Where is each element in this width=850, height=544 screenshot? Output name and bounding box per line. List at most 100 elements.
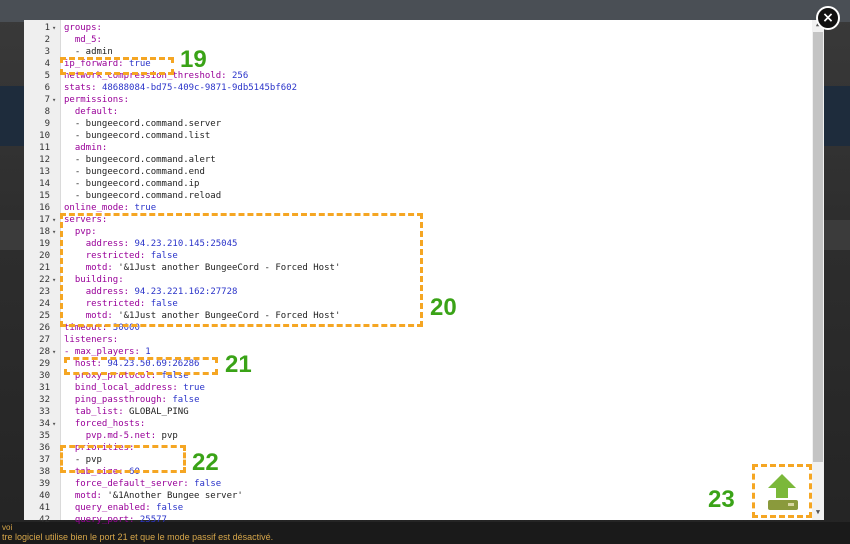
code-line[interactable]: 13 - bungeecord.command.end (24, 166, 804, 178)
yaml-value: false (156, 503, 184, 513)
code-text: stats: 48688084-bd75-409c-9871-9db5145bf… (64, 82, 297, 94)
code-text: - bungeecord.command.server (64, 118, 221, 130)
yaml-value: pvp (161, 431, 178, 441)
line-number: 20 (39, 251, 50, 261)
line-number: 12 (39, 155, 50, 165)
yaml-key: tab_list: (74, 407, 130, 417)
yaml-value: - bungeecord.command.reload (74, 191, 222, 201)
line-number: 31 (39, 383, 50, 393)
code-line[interactable]: 31 bind_local_address: true (24, 382, 804, 394)
yaml-value: GLOBAL_PING (129, 407, 189, 417)
line-number: 11 (39, 143, 50, 153)
fold-toggle-icon[interactable]: ▾ (52, 418, 56, 430)
yaml-key: ping_passthrough: (74, 395, 173, 405)
code-line[interactable]: 12 - bungeecord.command.alert (24, 154, 804, 166)
code-line[interactable]: 40 motd: '&1Another Bungee server' (24, 490, 804, 502)
annotation-box-20 (60, 213, 423, 327)
code-line[interactable]: 9 - bungeecord.command.server (24, 118, 804, 130)
code-line[interactable]: 33 tab_list: GLOBAL_PING (24, 406, 804, 418)
code-line[interactable]: 2 md_5: (24, 34, 804, 46)
code-line[interactable]: 35 pvp.md-5.net: pvp (24, 430, 804, 442)
background-footer-text-1: voi (2, 523, 13, 532)
line-number: 37 (39, 455, 50, 465)
fold-toggle-icon[interactable]: ▾ (52, 226, 56, 238)
annotation-box-22 (60, 445, 186, 473)
line-number: 19 (39, 239, 50, 249)
line-number: 17 (39, 215, 50, 225)
code-text: - bungeecord.command.list (64, 130, 210, 142)
code-text: force_default_server: false (64, 478, 221, 490)
code-text: default: (64, 106, 118, 118)
line-number: 34 (39, 419, 50, 429)
code-line[interactable]: 8 default: (24, 106, 804, 118)
fold-toggle-icon[interactable]: ▾ (52, 214, 56, 226)
code-line[interactable]: 6 stats: 48688084-bd75-409c-9871-9db5145b… (24, 82, 804, 94)
line-number: 40 (39, 491, 50, 501)
code-text: pvp.md-5.net: pvp (64, 430, 178, 442)
line-number: 10 (39, 131, 50, 141)
yaml-key: md_5: (74, 35, 102, 45)
line-number: 42 (39, 515, 50, 525)
yaml-value: 48688084-bd75-409c-9871-9db5145bf602 (101, 83, 298, 93)
code-line[interactable]: 14 - bungeecord.command.ip (24, 178, 804, 190)
yaml-value: 1 (145, 347, 151, 357)
code-line[interactable]: 1 ▾ groups: (24, 22, 804, 34)
code-text: admin: (64, 142, 108, 154)
code-line[interactable]: 39 force_default_server: false (24, 478, 804, 490)
annotation-number-21: 21 (225, 351, 252, 378)
upload-button[interactable] (752, 464, 812, 518)
fold-toggle-icon[interactable]: ▾ (52, 346, 56, 358)
code-line[interactable]: 7 ▾ permissions: (24, 94, 804, 106)
code-line[interactable]: 27 listeners: (24, 334, 804, 346)
yaml-value: false (172, 395, 200, 405)
line-number: 21 (39, 263, 50, 273)
line-number: 16 (39, 203, 50, 213)
line-number: 18 (39, 227, 50, 237)
vertical-scrollbar[interactable]: ▲ ▼ (812, 20, 824, 520)
line-number: 3 (44, 47, 50, 57)
line-number: 38 (39, 467, 50, 477)
fold-toggle-icon[interactable]: ▾ (52, 22, 56, 34)
yaml-key: stats: (64, 83, 102, 93)
scrollbar-thumb[interactable] (813, 32, 823, 462)
code-text: - bungeecord.command.end (64, 166, 205, 178)
yaml-value: false (194, 479, 222, 489)
line-number: 39 (39, 479, 50, 489)
line-number: 1 (44, 23, 50, 33)
yaml-key: query_port: (74, 515, 140, 525)
yaml-key: admin: (74, 143, 108, 153)
close-icon[interactable]: × (816, 6, 840, 30)
yaml-key: force_default_server: (74, 479, 195, 489)
annotation-number-23: 23 (708, 486, 735, 513)
yaml-key: bind_local_address: (74, 383, 184, 393)
line-number: 15 (39, 191, 50, 201)
code-line[interactable]: 42 query_port: 25577 (24, 514, 804, 526)
code-line[interactable]: 34 ▾ forced_hosts: (24, 418, 804, 430)
code-text: bind_local_address: true (64, 382, 205, 394)
code-line[interactable]: 10 - bungeecord.command.list (24, 130, 804, 142)
code-line[interactable]: 15 - bungeecord.command.reload (24, 190, 804, 202)
line-number: 35 (39, 431, 50, 441)
yaml-value: '&1Another Bungee server' (107, 491, 243, 501)
code-line[interactable]: 32 ping_passthrough: false (24, 394, 804, 406)
line-number: 4 (44, 59, 50, 69)
fold-toggle-icon[interactable]: ▾ (52, 94, 56, 106)
scroll-down-icon[interactable]: ▼ (812, 508, 824, 516)
code-line[interactable]: 41 query_enabled: false (24, 502, 804, 514)
file-editor-modal: 1 ▾ groups: 2 md_5: 3 - admin 4 ip_forward: tr… (24, 20, 824, 525)
code-line[interactable]: 11 admin: (24, 142, 804, 154)
line-number: 32 (39, 395, 50, 405)
fold-toggle-icon[interactable]: ▾ (52, 274, 56, 286)
line-number: 28 (39, 347, 50, 357)
